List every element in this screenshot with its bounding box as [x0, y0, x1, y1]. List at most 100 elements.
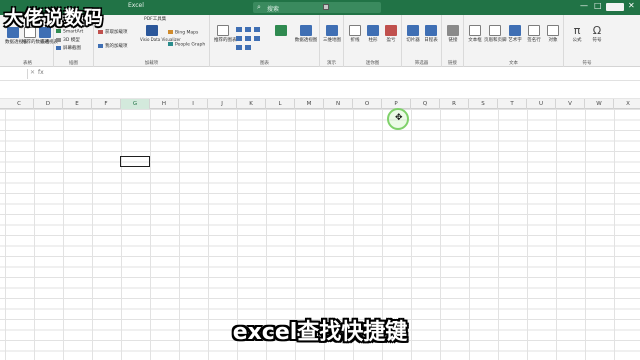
ribbon-group-links: 链接 链接	[442, 15, 464, 67]
column-header-v[interactable]: V	[556, 99, 585, 109]
group-label-filters: 筛选器	[414, 61, 429, 66]
column-header-r[interactable]: R	[440, 99, 469, 109]
close-button[interactable]: ✕	[628, 1, 635, 10]
timeline-button[interactable]: 日程表	[422, 25, 440, 43]
channel-watermark: 大佬说数码	[4, 7, 105, 29]
group-label-text: 文本	[509, 61, 518, 66]
formula-bar: ✕ fx	[0, 67, 640, 81]
wordart-icon	[509, 25, 521, 36]
cube-icon	[56, 37, 61, 42]
selected-cell[interactable]	[120, 156, 150, 167]
minimize-button[interactable]: —	[580, 1, 588, 10]
people-icon	[168, 42, 173, 46]
pi-icon: π	[573, 24, 581, 37]
search-box[interactable]: ⌕ 搜索	[253, 2, 381, 13]
timeline-icon	[425, 25, 437, 36]
equation-button[interactable]: π 公式	[568, 25, 586, 43]
column-header-m[interactable]: M	[295, 99, 324, 109]
symbol-button[interactable]: Ω 符号	[588, 25, 606, 43]
header-footer-button[interactable]: 页眉和页脚	[484, 25, 507, 43]
slicer-button[interactable]: 切片器	[404, 25, 422, 43]
signature-icon	[528, 25, 540, 36]
ribbon-group-tours: 三维地图 演示	[320, 15, 344, 67]
sparkline-column-button[interactable]: 柱形	[364, 25, 382, 43]
chart-type-gallery[interactable]	[236, 27, 264, 51]
visio-icon	[146, 25, 158, 36]
column-header-o[interactable]: O	[353, 99, 382, 109]
column-header-k[interactable]: K	[237, 99, 266, 109]
column-headers: CDEFGHIJKLMNOPQRSTUVWX	[0, 99, 640, 109]
document-title: Excel	[128, 2, 144, 9]
ribbon-group-sparklines: 折线 柱形 盈亏 迷你图	[344, 15, 402, 67]
ribbon-group-symbols: π 公式 Ω 符号 符号	[564, 15, 610, 67]
column-header-f[interactable]: F	[92, 99, 121, 109]
recommended-charts-button[interactable]: 推荐的图表	[214, 25, 237, 43]
globe-chart-icon	[326, 25, 338, 36]
sparkline-winloss-button[interactable]: 盈亏	[382, 25, 400, 43]
ribbon-group-text: 文本框 页眉和页脚 艺术字 签名行 对象 文本	[464, 15, 564, 67]
group-label-charts: 图表	[260, 61, 269, 66]
screenshot-button[interactable]: 屏幕截图	[56, 45, 81, 51]
screenshot-icon	[56, 45, 61, 50]
my-addins-button[interactable]: 我的加载项	[98, 43, 128, 49]
account-avatar[interactable]	[606, 3, 624, 11]
column-header-j[interactable]: J	[208, 99, 237, 109]
link-button[interactable]: 链接	[444, 25, 462, 43]
cancel-entry-icon[interactable]: ✕	[30, 69, 35, 76]
mouse-cursor-marker	[323, 4, 329, 10]
my-addins-icon	[98, 43, 103, 48]
sparkline-line-button[interactable]: 折线	[346, 25, 364, 43]
map-icon	[168, 30, 173, 34]
visio-visualizer-button[interactable]: Visio Data Visualizer	[140, 25, 181, 42]
pivot-chart-button[interactable]: 数据透视图	[294, 25, 318, 43]
store-icon	[98, 29, 103, 34]
recommended-chart-icon	[217, 25, 229, 36]
search-placeholder: 搜索	[267, 6, 280, 13]
object-button[interactable]: 对象	[544, 25, 562, 43]
column-header-s[interactable]: S	[469, 99, 498, 109]
column-header-i[interactable]: I	[179, 99, 208, 109]
name-box[interactable]	[2, 69, 28, 79]
signature-line-button[interactable]: 签名行	[524, 25, 544, 43]
link-icon	[447, 25, 459, 36]
pivot-chart-icon	[300, 25, 312, 36]
3d-map-button[interactable]: 三维地图	[322, 25, 342, 43]
group-label-tables: 表格	[23, 61, 32, 66]
3d-model-button[interactable]: 3D 模型	[56, 37, 80, 43]
textbox-button[interactable]: 文本框	[466, 25, 484, 43]
maps-chart-button[interactable]	[272, 25, 290, 36]
search-icon: ⌕	[257, 3, 261, 11]
textbox-icon	[469, 25, 481, 36]
column-header-c[interactable]: C	[5, 99, 34, 109]
column-header-t[interactable]: T	[498, 99, 527, 109]
maximize-button[interactable]: □	[594, 1, 602, 10]
formula-input-area[interactable]	[0, 81, 640, 99]
column-header-l[interactable]: L	[266, 99, 295, 109]
column-header-w[interactable]: W	[585, 99, 614, 109]
header-footer-icon	[489, 25, 501, 36]
column-header-g[interactable]: G	[121, 99, 150, 109]
column-header-u[interactable]: U	[527, 99, 556, 109]
bing-maps-button[interactable]: Bing Maps	[168, 30, 198, 36]
mouse-click-indicator: ✥	[387, 108, 409, 130]
pointer-cursor-icon: ✥	[395, 113, 403, 123]
slicer-icon	[407, 25, 419, 36]
group-label-links: 链接	[448, 61, 457, 66]
group-label-addins: 加载项	[144, 61, 159, 66]
column-header-h[interactable]: H	[150, 99, 179, 109]
ribbon-group-filters: 切片器 日程表 筛选器	[402, 15, 442, 67]
sparkline-winloss-icon	[385, 25, 397, 36]
people-graph-button[interactable]: People Graph	[168, 42, 205, 48]
column-header-n[interactable]: N	[324, 99, 353, 109]
column-header-e[interactable]: E	[63, 99, 92, 109]
column-header-x[interactable]: X	[614, 99, 640, 109]
sparkline-column-icon	[367, 25, 379, 36]
omega-icon: Ω	[592, 24, 602, 37]
insert-function-icon[interactable]: fx	[38, 69, 44, 76]
group-label-illustrations: 插图	[69, 61, 78, 66]
column-header-q[interactable]: Q	[411, 99, 440, 109]
object-icon	[547, 25, 559, 36]
pdf-tools-tab[interactable]: PDF工具集	[144, 16, 166, 22]
column-header-d[interactable]: D	[34, 99, 63, 109]
wordart-button[interactable]: 艺术字	[506, 25, 524, 43]
